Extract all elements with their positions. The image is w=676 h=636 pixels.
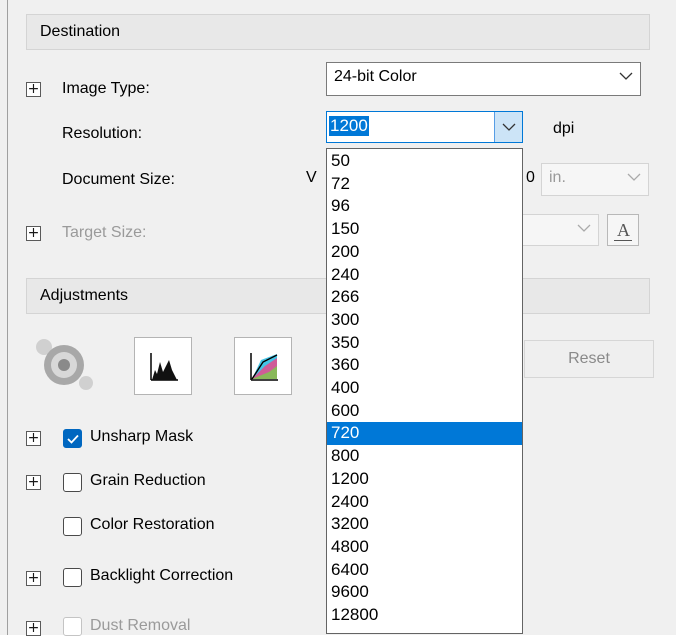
- dust-removal-label: Dust Removal: [90, 617, 191, 634]
- destination-header[interactable]: Destination: [26, 14, 650, 50]
- panel-left-border: [7, 0, 8, 635]
- document-height-fragment: 0: [526, 169, 535, 186]
- resolution-option[interactable]: 600: [327, 400, 522, 423]
- grain-reduction-checkbox[interactable]: [63, 473, 82, 492]
- resolution-dropdown-button[interactable]: [494, 112, 522, 142]
- backlight-correction-checkbox[interactable]: [63, 568, 82, 587]
- tone-curve-icon: [250, 353, 278, 381]
- resolution-option[interactable]: 72: [327, 173, 522, 196]
- resolution-option[interactable]: 4800: [327, 536, 522, 559]
- text-size-icon[interactable]: A: [607, 214, 639, 246]
- resolution-combobox[interactable]: 1200: [326, 111, 523, 143]
- unsharp-mask-label: Unsharp Mask: [90, 428, 194, 445]
- unsharp-mask-checkbox[interactable]: [63, 429, 82, 448]
- color-restoration-label: Color Restoration: [90, 516, 215, 533]
- grain-reduction-expand-icon[interactable]: +: [26, 475, 41, 490]
- document-size-unit-select[interactable]: in.: [541, 163, 649, 196]
- resolution-option[interactable]: 3200: [327, 513, 522, 536]
- image-type-expand-icon[interactable]: +: [26, 82, 41, 97]
- resolution-option[interactable]: 800: [327, 445, 522, 468]
- resolution-unit-label: dpi: [553, 120, 575, 137]
- resolution-option[interactable]: 240: [327, 264, 522, 287]
- auto-exposure-icon[interactable]: [30, 333, 100, 395]
- resolution-option[interactable]: 50: [327, 150, 522, 173]
- backlight-correction-label: Backlight Correction: [90, 567, 234, 584]
- adjustments-header-label: Adjustments: [40, 287, 129, 304]
- target-size-expand-icon[interactable]: +: [26, 226, 41, 241]
- image-type-value: 24-bit Color: [334, 68, 417, 85]
- chevron-down-icon: [627, 173, 641, 181]
- resolution-option[interactable]: 350: [327, 332, 522, 355]
- resolution-option[interactable]: 720: [327, 422, 522, 446]
- image-type-select[interactable]: 24-bit Color: [326, 62, 641, 96]
- dust-removal-checkbox[interactable]: [63, 617, 82, 636]
- resolution-label: Resolution:: [62, 125, 143, 142]
- resolution-dropdown-list[interactable]: 50 72 96 150 200 240 266 300 350 360 400 600 720 800 1…: [326, 148, 523, 634]
- image-type-label: Image Type:: [62, 80, 150, 97]
- dust-removal-expand-icon[interactable]: +: [26, 621, 41, 636]
- resolution-option[interactable]: 96: [327, 195, 522, 218]
- settings-panel: Destination + Image Type: 24-bit Color R…: [0, 0, 676, 636]
- chevron-down-icon: [502, 123, 516, 131]
- resolution-option[interactable]: 12800: [327, 604, 522, 627]
- grain-reduction-label: Grain Reduction: [90, 472, 206, 489]
- backlight-correction-expand-icon[interactable]: +: [26, 571, 41, 586]
- tone-curve-button[interactable]: [234, 337, 292, 395]
- histogram-icon: [150, 353, 178, 381]
- document-width-fragment: V: [306, 169, 317, 186]
- resolution-option[interactable]: 300: [327, 309, 522, 332]
- resolution-option[interactable]: 400: [327, 377, 522, 400]
- color-restoration-checkbox[interactable]: [63, 517, 82, 536]
- resolution-option[interactable]: 6400: [327, 559, 522, 582]
- document-size-unit-value: in.: [549, 169, 566, 186]
- resolution-value[interactable]: 1200: [329, 116, 369, 136]
- chevron-down-icon: [577, 224, 591, 232]
- chevron-down-icon: [619, 72, 633, 80]
- resolution-option[interactable]: 150: [327, 218, 522, 241]
- resolution-option[interactable]: 360: [327, 354, 522, 377]
- target-size-label: Target Size:: [62, 224, 147, 241]
- resolution-option[interactable]: 2400: [327, 491, 522, 514]
- resolution-option[interactable]: 1200: [327, 468, 522, 491]
- resolution-option[interactable]: 9600: [327, 581, 522, 604]
- resolution-option[interactable]: 200: [327, 241, 522, 264]
- unsharp-mask-expand-icon[interactable]: +: [26, 431, 41, 446]
- reset-button[interactable]: Reset: [524, 340, 654, 378]
- histogram-button[interactable]: [134, 337, 192, 395]
- checkmark-icon: [67, 434, 79, 444]
- destination-header-label: Destination: [40, 23, 121, 40]
- document-size-label: Document Size:: [62, 171, 175, 188]
- resolution-option[interactable]: 266: [327, 286, 522, 309]
